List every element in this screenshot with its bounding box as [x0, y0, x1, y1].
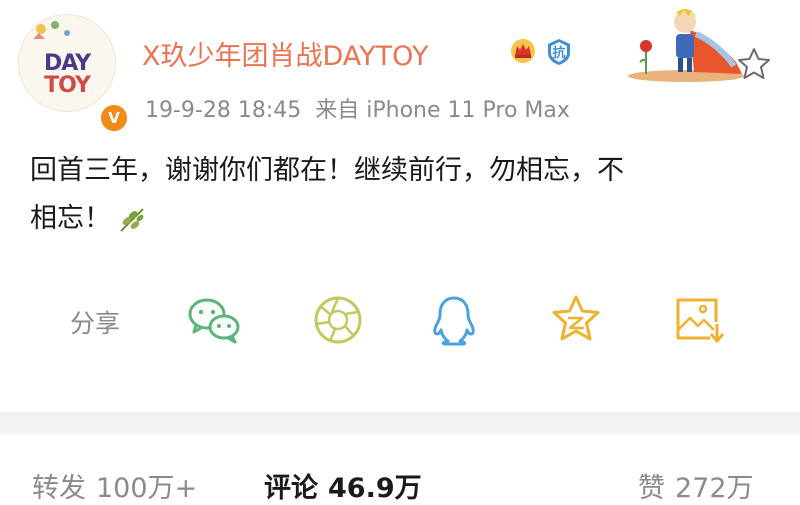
save-image-icon[interactable] [670, 294, 726, 346]
leaf-emoji-icon [120, 207, 144, 232]
repost-label: 转发 [32, 473, 86, 504]
post-source: 来自 iPhone 11 Pro Max [315, 98, 570, 123]
post-content-line2: 相忘！ [30, 203, 111, 234]
post-content: 回首三年，谢谢你们都在！继续前行，勿相忘，不 相忘！ [30, 147, 780, 243]
weibo-post: DAY TOY V X玖少年团肖战DAYTOY 抗 19-9-28 18:45 来… [0, 0, 800, 412]
avatar-logo: DAY TOY [43, 51, 91, 98]
post-meta: 19-9-28 18:45 来自 iPhone 11 Pro Max [145, 92, 584, 124]
wechat-icon[interactable] [186, 294, 242, 346]
verified-badge: V [99, 103, 129, 133]
like-label: 赞 [638, 473, 665, 504]
comment-count: 46.9万 [328, 473, 422, 504]
qq-icon[interactable] [426, 294, 482, 346]
tab-repost[interactable]: 转发 100万+ [32, 466, 197, 505]
tab-comment[interactable]: 评论 46.9万 [264, 466, 422, 505]
username[interactable]: X玖少年团肖战DAYTOY [142, 34, 428, 73]
moments-icon[interactable] [310, 294, 366, 346]
avatar[interactable]: DAY TOY V [18, 14, 129, 133]
tab-like[interactable]: 赞 272万 [638, 466, 754, 505]
crown-icon[interactable] [509, 38, 537, 64]
post-timestamp: 19-9-28 18:45 [145, 98, 302, 123]
post-content-line1: 回首三年，谢谢你们都在！继续前行，勿相忘，不 [30, 155, 624, 186]
qzone-icon[interactable] [548, 294, 604, 346]
engagement-tabs: 转发 100万+ 评论 46.9万 赞 272万 [0, 434, 800, 504]
kang-badge-icon[interactable]: 抗 [545, 38, 573, 66]
favorite-star-icon[interactable] [736, 46, 772, 82]
like-count: 272万 [675, 473, 754, 504]
comment-label: 评论 [264, 473, 318, 504]
share-label: 分享 [70, 309, 121, 338]
repost-count: 100万+ [96, 473, 198, 504]
section-divider [0, 412, 800, 434]
share-row: 分享 [0, 290, 800, 354]
little-prince-decoration-icon [628, 9, 744, 82]
